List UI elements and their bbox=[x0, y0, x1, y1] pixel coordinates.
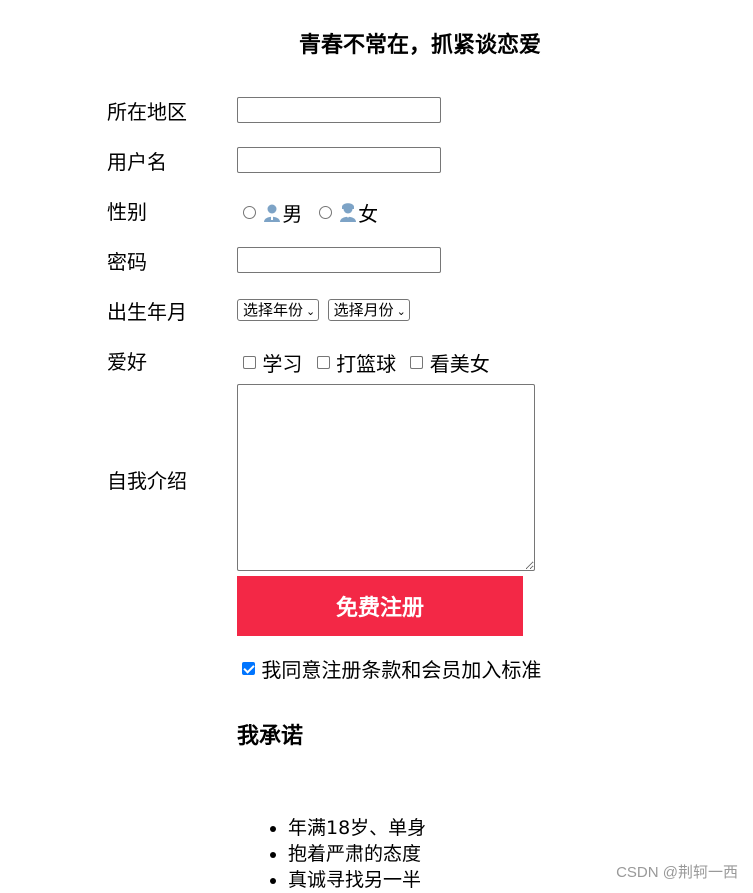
year-select-value: 选择年份 bbox=[243, 301, 304, 319]
list-item: 年满18岁、单身 bbox=[288, 815, 426, 841]
agree-row: 我同意注册条款和会员加入标准 bbox=[242, 654, 541, 683]
intro-label: 自我介绍 bbox=[107, 469, 187, 493]
gender-row: 性别 男 女 bbox=[107, 192, 707, 232]
gender-label: 性别 bbox=[107, 200, 147, 224]
hobby-label-basketball: 打篮球 bbox=[336, 352, 397, 376]
hobby-label-study: 学习 bbox=[262, 352, 303, 376]
password-row: 密码 bbox=[107, 242, 707, 282]
month-select[interactable]: 选择月份 ⌄ bbox=[327, 299, 410, 321]
gender-female-label: 女 bbox=[358, 202, 379, 226]
chevron-down-icon: ⌄ bbox=[396, 305, 406, 318]
password-input[interactable] bbox=[237, 247, 441, 273]
list-item: 抱着严肃的态度 bbox=[288, 841, 426, 867]
birth-row: 出生年月 选择年份 ⌄ 选择月份 ⌄ bbox=[107, 292, 707, 332]
female-icon bbox=[338, 202, 358, 223]
gender-female-radio[interactable] bbox=[318, 206, 332, 219]
username-label: 用户名 bbox=[107, 150, 167, 174]
password-label: 密码 bbox=[107, 250, 147, 274]
hobby-checkbox-study[interactable] bbox=[243, 356, 256, 369]
region-label: 所在地区 bbox=[107, 100, 187, 124]
hobby-row: 爱好 学习 打篮球 看美女 bbox=[107, 342, 707, 382]
agree-checkbox[interactable] bbox=[242, 662, 255, 675]
hobby-label: 爱好 bbox=[107, 350, 147, 374]
chevron-down-icon: ⌄ bbox=[306, 305, 316, 318]
watermark: CSDN @荆轲一西 bbox=[616, 864, 738, 881]
male-icon bbox=[262, 203, 282, 223]
month-select-value: 选择月份 bbox=[333, 301, 394, 319]
promise-title: 我承诺 bbox=[237, 724, 304, 749]
intro-textarea[interactable] bbox=[237, 384, 535, 571]
region-row: 所在地区 bbox=[107, 92, 707, 132]
username-row: 用户名 bbox=[107, 142, 707, 182]
list-item: 真诚寻找另一半 bbox=[288, 867, 426, 893]
birth-label: 出生年月 bbox=[107, 300, 187, 324]
page-title: 青春不常在，抓紧谈恋爱 bbox=[298, 33, 541, 58]
register-button[interactable]: 免费注册 bbox=[237, 576, 523, 636]
agree-label: 我同意注册条款和会员加入标准 bbox=[261, 658, 542, 682]
year-select[interactable]: 选择年份 ⌄ bbox=[237, 299, 320, 321]
gender-male-label: 男 bbox=[282, 202, 303, 226]
region-input[interactable] bbox=[237, 97, 441, 123]
username-input[interactable] bbox=[237, 147, 441, 173]
gender-male-radio[interactable] bbox=[243, 206, 256, 219]
hobby-checkbox-girls[interactable] bbox=[410, 356, 424, 369]
hobby-checkbox-basketball[interactable] bbox=[316, 356, 330, 369]
hobby-label-girls: 看美女 bbox=[429, 352, 490, 376]
promise-list: 年满18岁、单身 抱着严肃的态度 真诚寻找另一半 bbox=[248, 815, 426, 893]
